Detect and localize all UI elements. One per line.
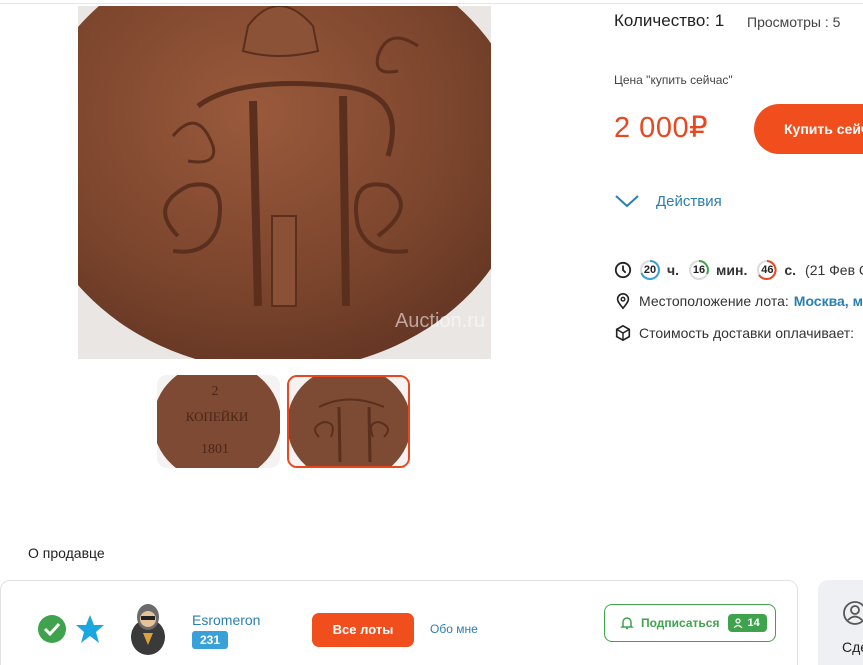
hours-value: 20 [643,264,657,276]
thumbnail-reverse-selected[interactable] [287,375,410,468]
delivery-label: Стоимость доставки оплачивает: [639,325,855,341]
about-seller-title: О продавце [28,545,105,561]
seconds-unit: с. [784,262,797,278]
subscribe-label: Подписаться [641,616,720,630]
deals-card[interactable]: Сде [818,580,863,665]
quantity-label: Количество: 1 [614,11,725,30]
price-value: 2 000₽ [614,112,709,144]
auction-timer: 20 ч. 16 мин. 46 с. (21 Фев Ср, [614,259,863,281]
thumbnail-obverse[interactable]: 2 КОПЕЙКИ 1801 [157,375,280,468]
coin-reverse-thumb [289,377,408,466]
subscribe-button[interactable]: Подписаться 14 [604,604,776,642]
actions-label: Действия [656,192,722,210]
thumb-value: 2 [212,384,219,399]
views-count: Просмотры : 5 [747,14,841,30]
bell-icon [620,617,634,630]
seller-name-link[interactable]: Esromeron [192,612,260,628]
seconds-value: 46 [761,264,774,276]
chevron-down-icon [615,195,639,208]
coin-obverse-thumb: 2 КОПЕЙКИ 1801 [157,375,280,468]
thumb-year: 1801 [201,442,229,457]
actions-toggle[interactable]: Действия [614,191,722,211]
minutes-ring: 16 [688,259,710,281]
location-label: Местоположение лота: [639,293,789,309]
location-city-link[interactable]: Москва, м [794,293,863,309]
all-lots-button[interactable]: Все лоты [312,613,414,647]
hours-ring: 20 [639,259,661,281]
location-pin-icon [616,293,630,310]
seconds-ring: 46 [756,259,778,281]
clock-icon [614,261,632,279]
top-divider [0,0,863,4]
main-lot-photo[interactable]: Auction.ru [78,6,491,359]
end-date: (21 Фев Ср, [805,262,863,278]
minutes-unit: мин. [716,262,748,278]
seller-rating-badge: 231 [192,631,228,649]
price-caption: Цена "купить сейчас" [614,73,733,87]
subscribers-count: 14 [728,614,767,632]
lot-location: Местоположение лота: Москва, м [614,292,863,310]
minutes-value: 16 [692,264,706,276]
deals-label: Сде [842,639,863,655]
delivery-info: Стоимость доставки оплачивает: [614,324,854,342]
user-icon [734,618,743,628]
package-icon [615,324,631,342]
user-circle-icon [843,601,863,625]
verified-check-icon [38,615,66,643]
watermark: Auction.ru [394,310,485,332]
star-icon [76,615,104,643]
thumb-denomination: КОПЕЙКИ [186,409,249,424]
buy-now-button[interactable]: Купить сейчас [754,104,863,154]
seller-avatar[interactable] [128,603,168,655]
about-me-link[interactable]: Обо мне [430,622,478,636]
hours-unit: ч. [667,262,680,278]
coin-reverse-image [78,6,491,359]
subscribers-value: 14 [747,617,760,629]
